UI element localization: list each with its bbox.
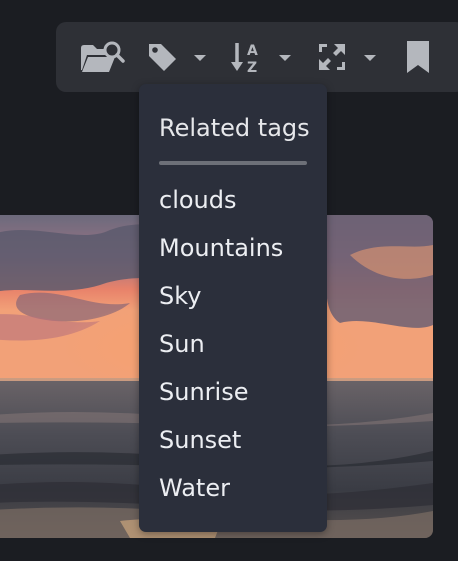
folder-search-icon [81,41,125,72]
app-window: A Z Related tags clouds Mountains Sky Su… [0,0,458,561]
expand-icon [319,44,345,70]
tag-item-clouds[interactable]: clouds [139,180,327,228]
dropdown-header: Related tags [159,114,310,142]
sort-dropdown-button[interactable]: A Z [231,22,301,92]
chevron-down-icon [364,55,376,61]
tags-dropdown-button[interactable] [144,22,214,92]
sort-alpha-down-icon: A Z [231,43,258,74]
tag-list: clouds Mountains Sky Sun Sunrise Sunset … [139,180,327,516]
chevron-down-icon [279,55,291,61]
view-dropdown-button[interactable] [316,22,386,92]
bookmark-button[interactable] [398,22,438,92]
dropdown-divider [159,161,307,165]
tag-item-sun[interactable]: Sun [139,324,327,372]
chevron-down-icon [194,55,206,61]
tag-item-sky[interactable]: Sky [139,276,327,324]
tag-item-sunrise[interactable]: Sunrise [139,372,327,420]
tag-item-water[interactable]: Water [139,468,327,516]
folder-search-button[interactable] [76,22,128,92]
tag-item-sunset[interactable]: Sunset [139,420,327,468]
related-tags-dropdown: Related tags clouds Mountains Sky Sun Su… [139,84,327,532]
svg-text:A: A [247,43,258,59]
svg-text:Z: Z [247,60,257,74]
tag-icon [149,44,176,71]
bookmark-icon [407,41,429,73]
toolbar: A Z [56,22,458,92]
tag-item-mountains[interactable]: Mountains [139,228,327,276]
